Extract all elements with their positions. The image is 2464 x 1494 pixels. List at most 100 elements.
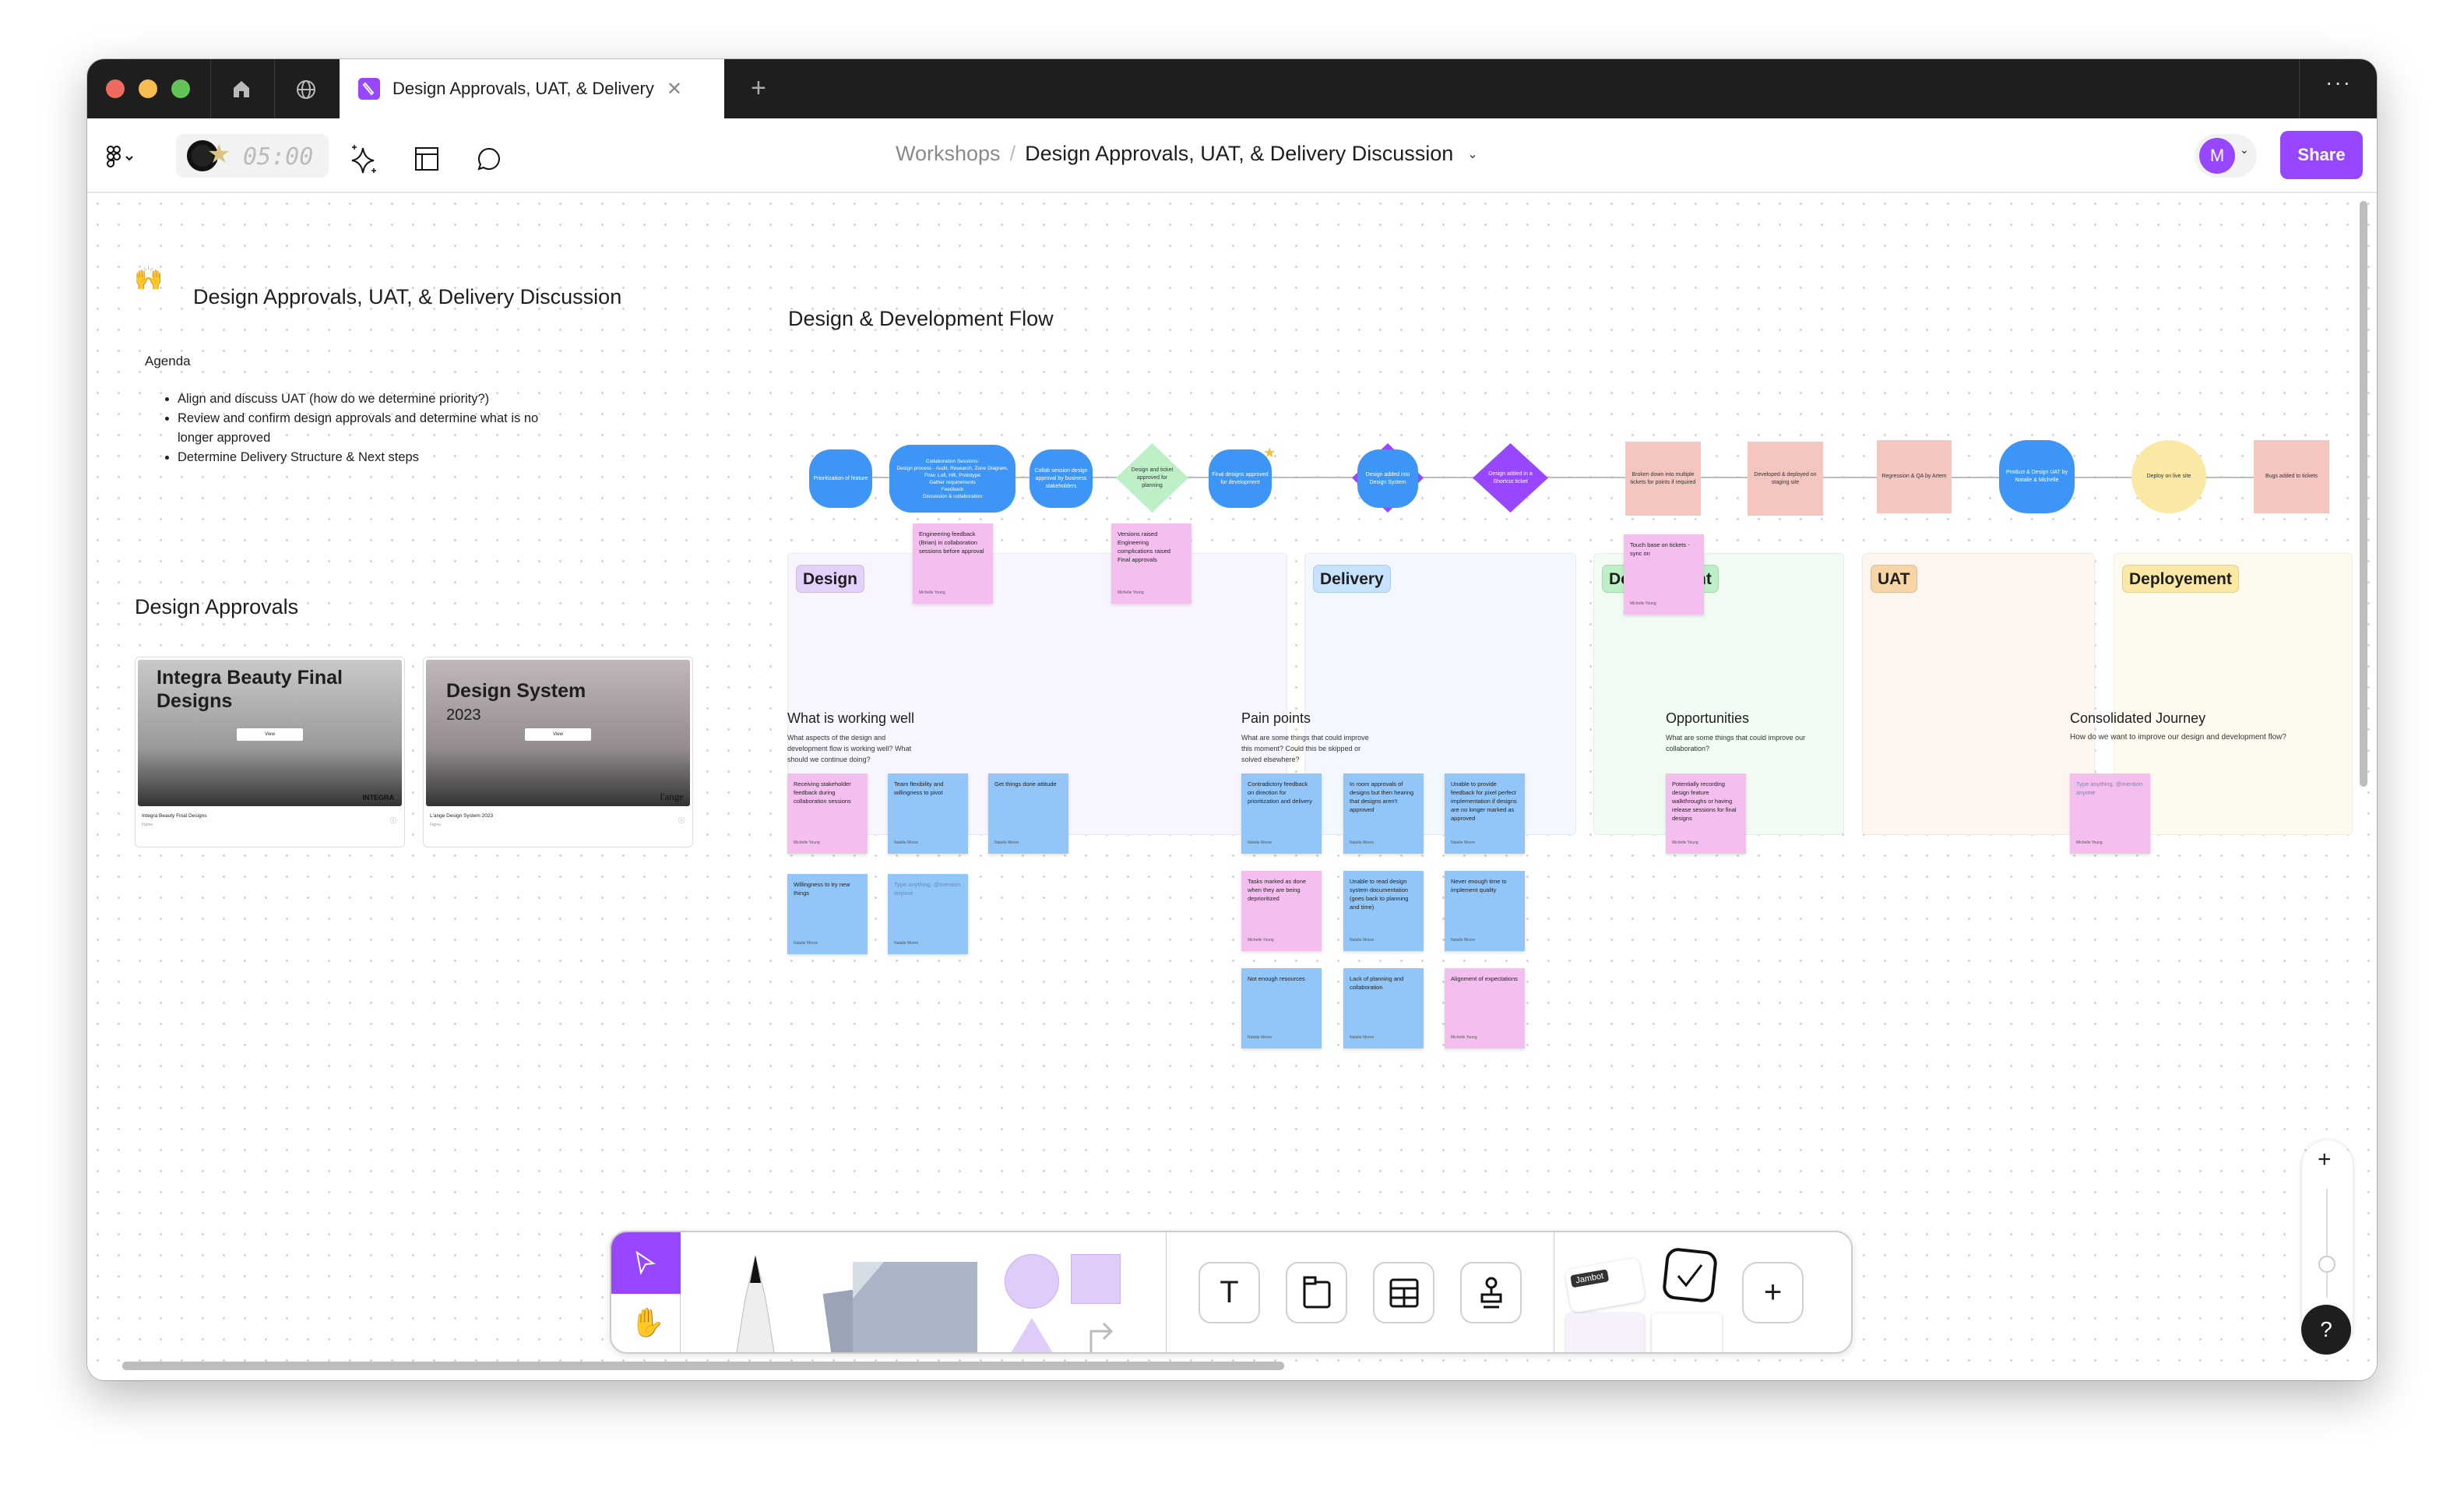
- triangle-shape-tool[interactable]: [1005, 1318, 1059, 1354]
- board-title: Design Approvals, UAT, & Delivery Discus…: [193, 285, 622, 308]
- embed-card-design-system[interactable]: Design System 2023 View l'ange L'ange De…: [423, 657, 693, 847]
- swimlane-label: Delivery: [1313, 565, 1391, 593]
- sticky-text: Not enough resources: [1248, 975, 1305, 982]
- figma-menu-icon[interactable]: [106, 145, 137, 173]
- sticky-author: Natalie Moore: [894, 941, 919, 946]
- zoom-in-button[interactable]: +: [2318, 1147, 2332, 1173]
- ai-sparkle-icon[interactable]: [349, 143, 380, 174]
- text-tool-button[interactable]: T: [1199, 1262, 1260, 1323]
- info-icon[interactable]: ⓘ: [678, 816, 685, 825]
- node-prioritization[interactable]: Prioritization of feature: [809, 449, 872, 508]
- node-deploy-live[interactable]: Deploy on live site: [2131, 440, 2206, 513]
- view-button[interactable]: View: [525, 728, 591, 741]
- view-button[interactable]: View: [237, 728, 303, 741]
- maximize-window-button[interactable]: [171, 79, 190, 98]
- sticky-note[interactable]: Team flexibility and willingness to pivo…: [888, 773, 968, 854]
- breadcrumb-workshops[interactable]: Workshops: [896, 142, 1001, 166]
- stamp-tool-button[interactable]: [1460, 1262, 1522, 1323]
- sticky-note-tool[interactable]: [814, 1256, 985, 1354]
- section-title: Consolidated Journey: [2070, 710, 2206, 726]
- node-design-system[interactable]: Design added into Design System: [1357, 449, 1418, 508]
- close-window-button[interactable]: [106, 79, 125, 98]
- zoom-slider-handle[interactable]: [2318, 1256, 2336, 1273]
- sticky-note[interactable]: Type anything, @mention anyone Natalie Mo…: [888, 874, 968, 954]
- select-tool-button[interactable]: [611, 1232, 681, 1294]
- sticky-author: Natalie Moore: [1350, 1035, 1375, 1040]
- timer-widget[interactable]: ★ 05:00: [176, 134, 329, 178]
- share-button[interactable]: Share: [2280, 131, 2363, 179]
- globe-icon[interactable]: [296, 79, 316, 100]
- card-name: L'ange Design System 2023: [430, 813, 494, 819]
- stamp-icon: [1480, 1277, 1501, 1308]
- sticky-note[interactable]: Willingness to try new things Natalie Moo…: [787, 874, 868, 954]
- sticky-note[interactable]: Unable to provide feedback for pixel per…: [1445, 773, 1525, 854]
- more-options-icon[interactable]: ···: [2325, 70, 2352, 95]
- sticky-note[interactable]: Not enough resources Natalie Moore: [1241, 968, 1322, 1048]
- node-regression[interactable]: Regression & QA by Artem: [1877, 440, 1952, 513]
- connector-tool[interactable]: [1086, 1314, 1118, 1354]
- circle-shape-tool[interactable]: [1005, 1254, 1059, 1309]
- flow-title: Design & Development Flow: [788, 307, 1054, 330]
- sticky-note[interactable]: Receiving stakeholder feedback during co…: [787, 773, 868, 854]
- sticky-author: Michelle Young: [1451, 1035, 1477, 1040]
- zoom-slider-track[interactable]: [2326, 1189, 2328, 1298]
- sticky-note[interactable]: Touch base on tickets - sync on Michelle …: [1624, 534, 1704, 615]
- board-canvas[interactable]: 🙌 Design Approvals, UAT, & Delivery Disc…: [87, 193, 2377, 1380]
- node-staging[interactable]: Developed & deployed on staging site: [1748, 442, 1823, 516]
- node-bugs[interactable]: Bugs added to tickets: [2254, 440, 2329, 513]
- minimize-window-button[interactable]: [139, 79, 157, 98]
- square-shape-tool[interactable]: [1071, 1254, 1121, 1304]
- horizontal-scrollbar[interactable]: [122, 1362, 1284, 1370]
- chevron-down-icon[interactable]: ⌄: [1467, 146, 1477, 162]
- sticky-text: Never enough time to implement quality: [1451, 878, 1507, 893]
- hand-tool-button[interactable]: ✋: [611, 1294, 681, 1352]
- table-icon: [1389, 1278, 1418, 1307]
- sticky-note[interactable]: Engineering feedback (Brian) in collabor…: [913, 523, 993, 604]
- home-icon[interactable]: [232, 79, 251, 98]
- close-tab-icon[interactable]: ✕: [667, 78, 682, 100]
- card-heading: Design System: [446, 680, 586, 702]
- embed-card-integra[interactable]: Integra Beauty Final Designs View INTEGR…: [135, 657, 405, 847]
- sticky-note[interactable]: Get things done attitude Natalie Moore: [988, 773, 1068, 854]
- comment-icon[interactable]: [477, 146, 502, 171]
- sticky-note[interactable]: Contradictory feedback on direction for …: [1241, 773, 1322, 854]
- creation-toolbar: ✋ T Jambot +: [610, 1231, 1853, 1354]
- sticky-author: Natalie Moore: [1350, 938, 1375, 943]
- sticky-note[interactable]: Type anything, @mention anyone Michelle Y…: [2070, 773, 2150, 854]
- user-menu[interactable]: M ⌄: [2195, 134, 2257, 178]
- file-title[interactable]: Design Approvals, UAT, & Delivery Discus…: [1025, 142, 1453, 166]
- sticky-note[interactable]: Versions raised Engineering complication…: [1111, 523, 1192, 604]
- template-board-thumbnail[interactable]: [1566, 1313, 1644, 1352]
- layout-templates-icon[interactable]: [414, 146, 439, 171]
- node-approved-planning[interactable]: Design and ticket approved for planning: [1116, 443, 1188, 513]
- tab-active-file[interactable]: Design Approvals, UAT, & Delivery ✕: [340, 59, 724, 118]
- flowchart-template-thumbnail[interactable]: [1652, 1313, 1722, 1352]
- node-shortcut-ticket[interactable]: Design added in a Shortcut ticket: [1473, 443, 1548, 513]
- sticky-note[interactable]: Never enough time to implement quality Na…: [1445, 871, 1525, 951]
- sticky-note[interactable]: Tasks marked as done when they are being…: [1241, 871, 1322, 951]
- sticky-note[interactable]: Potentially recording design feature wal…: [1666, 773, 1746, 854]
- sticky-text: Type anything, @mention anyone: [894, 881, 961, 897]
- more-tools-button[interactable]: +: [1742, 1262, 1804, 1323]
- sticky-note[interactable]: Alignment of expectations Michelle Young: [1445, 968, 1525, 1048]
- node-collaboration-sessions[interactable]: Collaboration Sessions: Design process -…: [889, 445, 1016, 513]
- sticky-author: Michelle Young: [1118, 590, 1144, 595]
- voting-checkbox-widget[interactable]: [1661, 1246, 1720, 1309]
- new-tab-button[interactable]: +: [751, 73, 766, 104]
- node-final-designs[interactable]: Final designs approved for development: [1209, 449, 1272, 508]
- section-tool-button[interactable]: [1286, 1262, 1347, 1323]
- node-product-uat[interactable]: Product & Design UAT by Natalie & Michel…: [1999, 440, 2075, 513]
- vertical-scrollbar[interactable]: [2360, 201, 2367, 787]
- sticky-text: Get things done attitude: [994, 780, 1057, 788]
- node-broken-down[interactable]: Broken down into multiple tickets for po…: [1625, 442, 1701, 516]
- sticky-note[interactable]: Lack of planning and collaboration Natali…: [1343, 968, 1424, 1048]
- help-button[interactable]: ?: [2301, 1305, 2351, 1355]
- info-icon[interactable]: ⓘ: [390, 816, 396, 825]
- marker-tool[interactable]: [720, 1256, 790, 1354]
- sticky-text: Contradictory feedback on direction for …: [1248, 780, 1312, 805]
- node-collab-session[interactable]: Collab session design approval by busine…: [1030, 449, 1093, 508]
- sticky-note[interactable]: In room approvals of designs but then he…: [1343, 773, 1424, 854]
- table-tool-button[interactable]: [1373, 1262, 1434, 1323]
- sticky-note[interactable]: Unable to read design system documentati…: [1343, 871, 1424, 951]
- jambot-widget[interactable]: Jambot: [1564, 1257, 1646, 1313]
